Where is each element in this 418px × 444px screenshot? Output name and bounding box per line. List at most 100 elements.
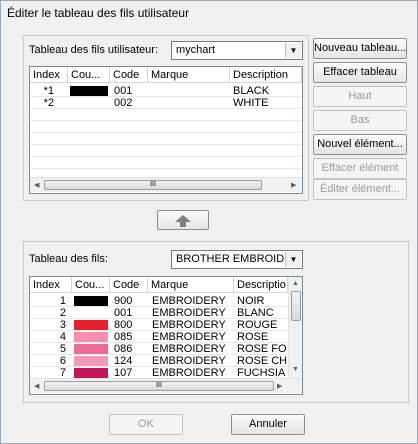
cell-description: ROSE: [237, 331, 269, 343]
user-chart-label: Tableau des fils utilisateur:: [29, 44, 159, 56]
new-chart-button[interactable]: Nouveau tableau...: [313, 38, 407, 59]
cell-brand: [152, 85, 228, 97]
column-header-brand[interactable]: Marque: [148, 277, 234, 293]
thread-chart-select-value: BROTHER EMBROIDEF: [176, 253, 299, 265]
chevron-down-icon[interactable]: ▼: [285, 43, 301, 58]
table-row[interactable]: 6 124 EMBROIDERY ROSE CH: [30, 355, 302, 367]
color-swatch: [74, 320, 108, 330]
cell-brand: EMBROIDERY: [152, 331, 226, 343]
cell-description: BLACK: [233, 85, 270, 97]
row-gridline: [30, 144, 302, 145]
add-to-user-chart-button[interactable]: [157, 210, 209, 230]
color-swatch: [70, 86, 108, 96]
arrow-up-icon: [175, 215, 191, 227]
scroll-thumb[interactable]: III: [44, 381, 274, 391]
column-header-description[interactable]: Descriptio: [234, 277, 288, 293]
cell-description: ROSE FO: [237, 343, 287, 355]
cell-code: 900: [114, 295, 133, 307]
cell-code: 800: [114, 319, 133, 331]
scroll-left-icon[interactable]: ◀: [34, 382, 39, 390]
column-header-color[interactable]: Cou...: [68, 67, 110, 83]
color-swatch: [74, 368, 108, 378]
column-header-index[interactable]: Index: [30, 67, 68, 83]
cell-code: 001: [114, 85, 133, 97]
user-chart-select-value: mychart: [176, 44, 216, 56]
cell-index: 1: [59, 295, 66, 307]
cell-description: ROUGE: [237, 319, 278, 331]
row-gridline: [30, 168, 302, 169]
up-button[interactable]: Haut: [313, 86, 407, 107]
down-button[interactable]: Bas: [313, 110, 407, 131]
thread-table-hscrollbar[interactable]: ◀ III ▶: [30, 378, 302, 393]
delete-chart-button[interactable]: Effacer tableau: [313, 62, 407, 83]
cell-code: 124: [114, 355, 133, 367]
table-row[interactable]: 3 800 EMBROIDERY ROUGE: [30, 319, 302, 331]
cell-brand: [152, 97, 228, 109]
delete-item-button[interactable]: Effacer élément: [313, 158, 407, 179]
cell-code: 085: [114, 331, 133, 343]
scroll-thumb[interactable]: III: [44, 180, 262, 190]
chevron-down-icon[interactable]: ▼: [285, 252, 301, 267]
cell-index: *1: [43, 85, 54, 97]
column-header-description[interactable]: Description: [230, 67, 302, 83]
edit-item-button[interactable]: Éditer élément...: [313, 179, 407, 200]
cell-index: 6: [59, 355, 66, 367]
new-item-button[interactable]: Nouvel élément...: [313, 134, 407, 155]
color-swatch: [74, 356, 108, 366]
user-chart-select[interactable]: mychart ▼: [171, 41, 303, 60]
color-swatch: [74, 308, 108, 318]
table-row[interactable]: 5 086 EMBROIDERY ROSE FO: [30, 343, 302, 355]
cell-index: *2: [43, 97, 54, 109]
scroll-right-icon[interactable]: ▶: [277, 382, 282, 390]
thread-table[interactable]: Index Cou... Code Marque Descriptio 1 900…: [29, 276, 303, 395]
dialog-window: Éditer le tableau des fils utilisateur T…: [0, 0, 418, 444]
cell-description: BLANC: [237, 307, 274, 319]
table-row[interactable]: 4 085 EMBROIDERY ROSE: [30, 331, 302, 343]
column-header-brand[interactable]: Marque: [148, 67, 230, 83]
cell-index: 5: [59, 343, 66, 355]
cell-code: 002: [114, 97, 133, 109]
ok-button[interactable]: OK: [109, 414, 183, 435]
row-gridline: [30, 120, 302, 121]
cell-code: 001: [114, 307, 133, 319]
thread-chart-label: Tableau des fils:: [29, 253, 108, 265]
row-gridline: [30, 156, 302, 157]
scroll-up-icon[interactable]: ▲: [292, 280, 299, 287]
scroll-left-icon[interactable]: ◀: [34, 181, 39, 189]
cell-description: WHITE: [233, 97, 269, 109]
scroll-thumb[interactable]: [291, 291, 301, 321]
color-swatch: [74, 344, 108, 354]
cell-brand: EMBROIDERY: [152, 343, 226, 355]
cell-description: NOIR: [237, 295, 265, 307]
thread-chart-select[interactable]: BROTHER EMBROIDEF ▼: [171, 250, 303, 269]
table-row[interactable]: 2 001 EMBROIDERY BLANC: [30, 307, 302, 319]
column-header-index[interactable]: Index: [30, 277, 72, 293]
color-swatch: [74, 332, 108, 342]
cell-index: 2: [59, 307, 66, 319]
window-title: Éditer le tableau des fils utilisateur: [7, 6, 190, 20]
color-swatch: [74, 296, 108, 306]
cell-brand: EMBROIDERY: [152, 355, 226, 367]
table-row[interactable]: *1 001 BLACK: [30, 85, 302, 97]
cell-brand: EMBROIDERY: [152, 295, 226, 307]
table-row[interactable]: 1 900 EMBROIDERY NOIR: [30, 295, 302, 307]
user-thread-table[interactable]: Index Cou... Code Marque Description *1 0…: [29, 66, 303, 194]
table-row[interactable]: *2 002 WHITE: [30, 97, 302, 109]
cancel-button[interactable]: Annuler: [231, 414, 305, 435]
cell-brand: EMBROIDERY: [152, 307, 226, 319]
cell-code: 086: [114, 343, 133, 355]
column-header-code[interactable]: Code: [110, 277, 148, 293]
column-header-color[interactable]: Cou...: [72, 277, 110, 293]
column-header-code[interactable]: Code: [110, 67, 148, 83]
row-gridline: [30, 132, 302, 133]
cell-index: 4: [59, 331, 66, 343]
cell-brand: EMBROIDERY: [152, 319, 226, 331]
cell-index: 3: [59, 319, 66, 331]
scroll-right-icon[interactable]: ▶: [291, 181, 296, 189]
thread-table-vscrollbar[interactable]: ▲ ▼: [288, 277, 302, 378]
scroll-down-icon[interactable]: ▼: [292, 366, 299, 373]
cell-description: ROSE CH: [237, 355, 287, 367]
user-table-hscrollbar[interactable]: ◀ III ▶: [30, 177, 302, 192]
title-bar[interactable]: Éditer le tableau des fils utilisateur: [1, 1, 417, 25]
color-swatch: [70, 98, 108, 108]
